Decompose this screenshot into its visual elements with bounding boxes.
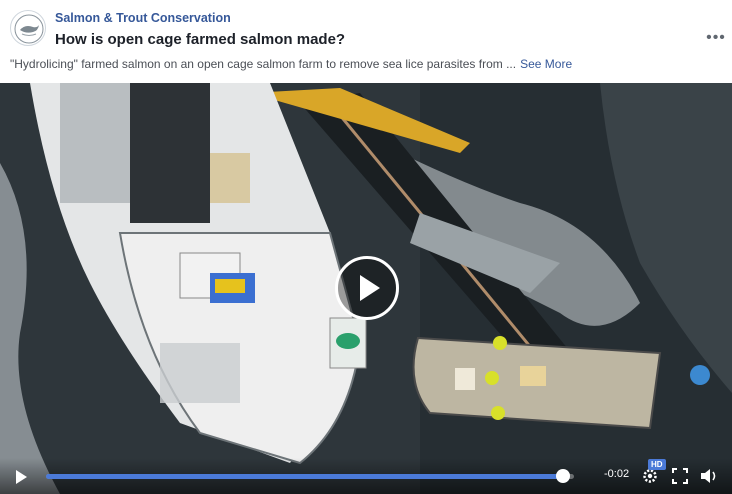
- see-more-link[interactable]: See More: [520, 57, 572, 71]
- time-remaining: -0:02: [604, 468, 630, 480]
- progress-knob[interactable]: [556, 469, 571, 483]
- video-player[interactable]: [0, 83, 732, 494]
- play-overlay-button[interactable]: [335, 256, 399, 320]
- video-controls: -0:02 HD: [0, 458, 732, 494]
- post-header: Salmon & Trout Conservation How is open …: [0, 0, 732, 83]
- page-name[interactable]: Salmon & Trout Conservation: [55, 11, 231, 25]
- more-options-icon[interactable]: •••: [706, 30, 726, 46]
- post-title: How is open cage farmed salmon made?: [55, 31, 346, 48]
- fullscreen-icon[interactable]: [672, 468, 688, 484]
- progress-bar[interactable]: [46, 469, 574, 483]
- play-icon[interactable]: [12, 468, 30, 486]
- play-icon: [360, 275, 380, 301]
- hd-badge: HD: [648, 459, 666, 470]
- description-text: "Hydrolicing" farmed salmon on an open c…: [10, 57, 517, 71]
- progress-fill: [46, 474, 564, 479]
- volume-icon[interactable]: [699, 467, 719, 485]
- post-description: "Hydrolicing" farmed salmon on an open c…: [10, 57, 572, 71]
- page-avatar[interactable]: [10, 10, 46, 46]
